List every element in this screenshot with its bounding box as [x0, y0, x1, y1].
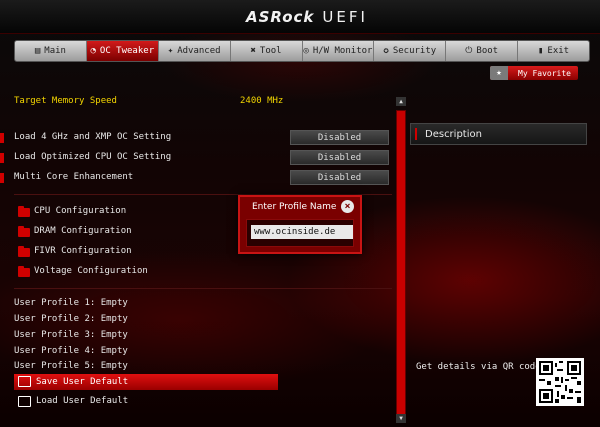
- submenu-fivr-configuration[interactable]: FIVR Configuration: [34, 246, 132, 256]
- load-4ghz-xmp-label: Load 4 GHz and XMP OC Setting: [14, 132, 172, 142]
- user-profile-5[interactable]: User Profile 5: Empty: [14, 361, 128, 371]
- user-profile-2[interactable]: User Profile 2: Empty: [14, 314, 128, 324]
- exit-icon: ▮: [538, 46, 544, 56]
- qr-code-image: [536, 358, 584, 406]
- folder-icon: [18, 246, 30, 257]
- target-memory-speed-label: Target Memory Speed: [14, 96, 117, 106]
- user-profile-4[interactable]: User Profile 4: Empty: [14, 346, 128, 356]
- main-nav: ▤ Main ◔ OC Tweaker ✦ Advanced ✖ Tool ◎ H/W M…: [14, 40, 590, 62]
- tab-exit[interactable]: ▮ Exit: [518, 41, 589, 61]
- load-4ghz-xmp-select[interactable]: Disabled: [290, 130, 389, 145]
- my-favorite-button[interactable]: ★ My Favorite: [490, 66, 578, 80]
- setting-marker: [0, 173, 4, 183]
- setting-marker: [0, 153, 4, 163]
- submenu-dram-configuration[interactable]: DRAM Configuration: [34, 226, 132, 236]
- load-icon: [18, 396, 31, 407]
- load-user-default-button[interactable]: Load User Default: [36, 396, 128, 406]
- load-optimized-cpu-oc-select[interactable]: Disabled: [290, 150, 389, 165]
- qr-code-caption: Get details via QR code: [416, 362, 541, 372]
- shield-icon: ✪: [383, 46, 389, 56]
- tab-boot[interactable]: ⏻ Boot: [446, 41, 519, 61]
- gauge-icon: ◔: [90, 46, 96, 56]
- scrollbar[interactable]: [396, 110, 406, 422]
- star-icon: ★: [490, 66, 508, 80]
- tab-oc-tweaker[interactable]: ◔ OC Tweaker: [86, 41, 159, 61]
- save-icon: [18, 376, 31, 387]
- setting-marker: [0, 133, 4, 143]
- enter-profile-name-dialog: Enter Profile Name ×: [238, 195, 362, 254]
- save-user-default-label: Save User Default: [36, 377, 129, 387]
- folder-icon: [18, 266, 30, 277]
- tab-security[interactable]: ✪ Security: [374, 41, 447, 61]
- menu-icon: ▤: [34, 46, 41, 56]
- profile-name-input[interactable]: [251, 225, 353, 239]
- submenu-cpu-configuration[interactable]: CPU Configuration: [34, 206, 126, 216]
- divider: [14, 288, 392, 289]
- folder-icon: [18, 206, 30, 217]
- scroll-up-button[interactable]: ▲: [396, 97, 406, 106]
- close-icon[interactable]: ×: [341, 200, 354, 213]
- user-profile-1[interactable]: User Profile 1: Empty: [14, 298, 128, 308]
- tab-hw-monitor[interactable]: ◎ H/W Monitor: [303, 41, 375, 61]
- brand-logo: ASRock UEFI: [246, 8, 368, 26]
- folder-icon: [18, 226, 30, 237]
- multi-core-enhancement-select[interactable]: Disabled: [290, 170, 389, 185]
- dialog-input-frame: [246, 219, 354, 247]
- target-memory-speed-value: 2400 MHz: [240, 96, 284, 106]
- description-panel: Description: [410, 123, 587, 145]
- description-marker: [415, 128, 417, 140]
- tab-advanced[interactable]: ✦ Advanced: [159, 41, 231, 61]
- load-optimized-cpu-oc-label: Load Optimized CPU OC Setting: [14, 152, 172, 162]
- tab-main[interactable]: ▤ Main: [15, 41, 87, 61]
- monitor-icon: ◎: [303, 46, 309, 56]
- tool-icon: ✖: [250, 46, 256, 56]
- qr-code-icon: [539, 361, 581, 403]
- user-profile-3[interactable]: User Profile 3: Empty: [14, 330, 128, 340]
- power-icon: ⏻: [465, 46, 473, 56]
- advanced-icon: ✦: [167, 46, 174, 56]
- submenu-voltage-configuration[interactable]: Voltage Configuration: [34, 266, 148, 276]
- description-title: Description: [425, 128, 482, 140]
- top-bar: ASRock UEFI: [0, 0, 600, 34]
- multi-core-enhancement-label: Multi Core Enhancement: [14, 172, 134, 182]
- scroll-down-button[interactable]: ▼: [396, 414, 406, 423]
- tab-tool[interactable]: ✖ Tool: [231, 41, 303, 61]
